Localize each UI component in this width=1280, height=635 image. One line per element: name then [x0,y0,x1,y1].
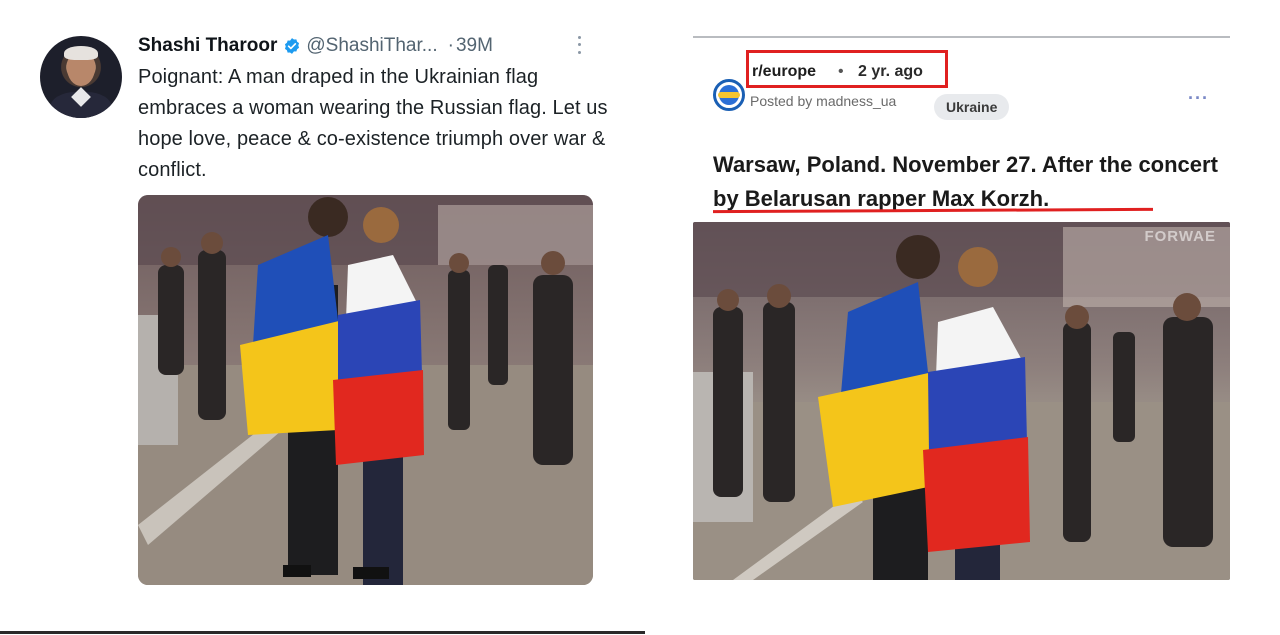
more-options-icon[interactable]: ··· [1188,88,1209,109]
post-age: 2 yr. ago [858,63,923,80]
subreddit-icon[interactable] [713,79,745,111]
concert-photo-illustration-2 [693,222,1230,580]
divider [0,631,645,634]
view-count: 39M [455,35,493,56]
tweet-photo[interactable] [138,195,593,585]
photo-watermark: FORWAE [1144,228,1216,245]
verified-badge-icon [285,38,300,54]
avatar-hair [64,46,98,60]
flair-badge[interactable]: Ukraine [934,94,1010,120]
tweet-header: Shashi Tharoor @ShashiThar... · 39M [138,34,493,58]
tweet-text: Poignant: A man draped in the Ukrainian … [138,66,608,181]
reddit-photo[interactable]: FORWAE [693,222,1230,580]
meta-separator: • [838,63,844,80]
author-name[interactable]: Shashi Tharoor [138,35,277,57]
author-handle[interactable]: @ShashiThar... [306,35,437,57]
header-separator: · [447,35,454,56]
author-avatar[interactable] [40,36,122,118]
concert-photo-illustration [138,195,593,585]
reddit-top-divider [693,36,1230,38]
post-title[interactable]: Warsaw, Poland. November 27. After the c… [713,148,1223,216]
posted-by[interactable]: Posted by madness_ua [750,93,896,109]
subreddit-name[interactable]: r/europe [752,63,816,81]
kebab-menu-icon[interactable] [574,34,584,56]
tweet-card: Shashi Tharoor @ShashiThar... · 39M Poig… [0,0,645,635]
